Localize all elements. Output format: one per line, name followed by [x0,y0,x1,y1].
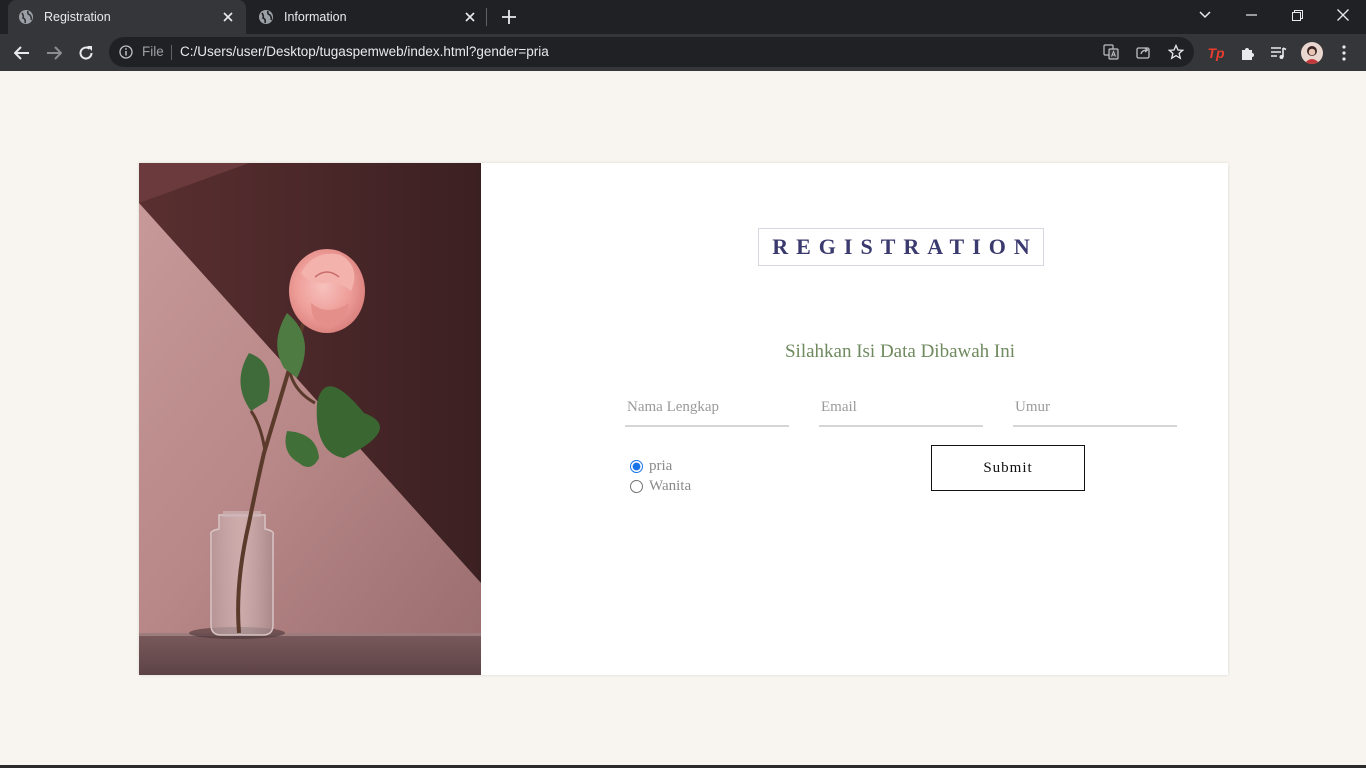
address-separator [171,45,172,60]
tp-extension-label: Tp [1207,45,1225,61]
gender-label-pria[interactable]: pria [649,458,672,475]
reload-icon[interactable] [73,40,99,66]
media-playlist-icon[interactable] [1268,42,1290,64]
browser-toolbar: File C:/Users/user/Desktop/tugaspemweb/i… [0,34,1366,71]
submit-button[interactable]: Submit [931,445,1085,491]
bookmark-star-icon[interactable] [1167,43,1185,61]
gender-radio-pria[interactable] [630,459,643,473]
globe-icon [258,9,274,25]
email-input[interactable] [819,387,983,427]
profile-avatar[interactable] [1301,42,1323,64]
gender-radio-wanita[interactable] [630,479,643,493]
info-icon[interactable] [119,45,133,59]
registration-title: REGISTRATION [758,228,1044,266]
tab-search-chevron-icon[interactable] [1182,0,1228,30]
back-arrow-icon[interactable] [9,40,35,66]
tab-registration[interactable]: Registration [8,0,246,34]
tab-title: Information [284,10,347,24]
tab-information[interactable]: Information [250,0,486,34]
globe-icon [18,9,34,25]
browser-menu-icon[interactable] [1333,42,1355,64]
tab-separator [486,8,487,26]
tab-title: Registration [44,10,111,24]
translate-icon[interactable] [1102,43,1120,61]
close-tab-icon[interactable] [462,9,478,25]
file-scheme-label: File [142,44,164,59]
tp-extension-icon[interactable]: Tp [1205,42,1227,64]
close-tab-icon[interactable] [220,9,236,25]
form-subtitle: Silahkan Isi Data Dibawah Ini [784,341,1016,362]
registration-card: REGISTRATION Silahkan Isi Data Dibawah I… [139,163,1228,675]
gender-option-wanita: Wanita [629,477,691,495]
browser-tab-strip: Registration Information [0,0,1366,34]
gender-option-pria: pria [629,457,672,475]
url-text[interactable]: C:/Users/user/Desktop/tugaspemweb/index.… [180,44,549,59]
gender-label-wanita[interactable]: Wanita [649,478,691,495]
age-input[interactable] [1013,387,1177,427]
full-name-input[interactable] [625,387,789,427]
new-tab-plus-icon[interactable] [499,7,519,27]
minimize-icon[interactable] [1228,0,1274,30]
rose-vase-photo [139,163,481,675]
restore-icon[interactable] [1274,0,1320,30]
share-icon[interactable] [1134,43,1152,61]
address-bar[interactable]: File C:/Users/user/Desktop/tugaspemweb/i… [109,37,1194,67]
puzzle-extensions-icon[interactable] [1237,42,1259,64]
close-window-icon[interactable] [1320,0,1366,30]
forward-arrow-icon[interactable] [41,40,67,66]
